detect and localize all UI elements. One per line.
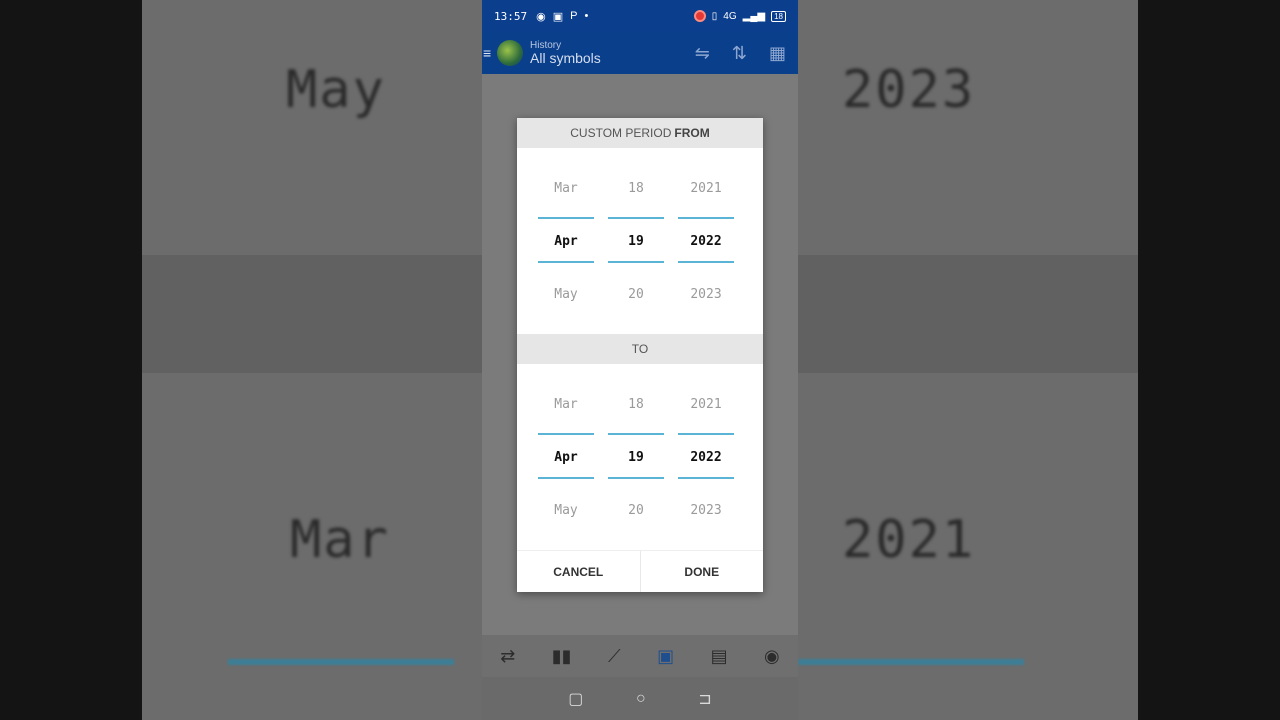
vibrate-icon: ▯ bbox=[711, 10, 718, 22]
to-month-divider-bottom bbox=[538, 477, 594, 479]
to-month-prev[interactable]: Mar bbox=[538, 397, 594, 412]
from-year-next[interactable]: 2023 bbox=[678, 287, 734, 302]
nav-chat-icon[interactable]: ◉ bbox=[764, 646, 780, 667]
from-day-divider-top bbox=[608, 217, 664, 219]
menu-icon[interactable]: ≡ bbox=[482, 45, 494, 61]
to-year-divider-top bbox=[678, 433, 734, 435]
to-month-next[interactable]: May bbox=[538, 503, 594, 518]
app-logo bbox=[497, 40, 523, 66]
nav-trade-icon[interactable]: ⟋ bbox=[608, 646, 621, 667]
to-section-header: TO bbox=[517, 334, 763, 364]
back-icon[interactable]: ⊐ bbox=[698, 689, 711, 709]
screen-record-icon bbox=[693, 10, 706, 22]
to-day-prev[interactable]: 18 bbox=[608, 397, 664, 412]
to-day-divider-bottom bbox=[608, 477, 664, 479]
status-left-icons: ◉ ▣ P • bbox=[536, 10, 588, 23]
from-date-picker: Mar Apr May 18 19 20 2021 2022 2023 bbox=[517, 148, 763, 334]
from-year-current[interactable]: 2022 bbox=[678, 234, 734, 249]
from-day-next[interactable]: 20 bbox=[608, 287, 664, 302]
sort-icon[interactable]: ⇅ bbox=[732, 43, 747, 64]
cancel-button[interactable]: CANCEL bbox=[517, 551, 640, 592]
recent-apps-icon[interactable]: ▢ bbox=[568, 689, 583, 709]
screen: May 2023 Mar 2021 13:57 ◉ ▣ P • ▯ 4G ▂▄▆… bbox=[0, 0, 1280, 720]
background-year-bottom: 2021 bbox=[842, 510, 976, 570]
to-day-next[interactable]: 20 bbox=[608, 503, 664, 518]
custom-period-dialog: CUSTOM PERIOD FROM Mar Apr May 18 19 20 bbox=[517, 118, 763, 592]
to-year-prev[interactable]: 2021 bbox=[678, 397, 734, 412]
from-year-divider-bottom bbox=[678, 261, 734, 263]
system-nav-bar: ▢ ○ ⊐ bbox=[482, 677, 798, 720]
nav-chart-icon[interactable]: ▮▮ bbox=[552, 646, 572, 667]
from-header-label: FROM bbox=[674, 126, 710, 140]
to-day-divider-top bbox=[608, 433, 664, 435]
dot-icon: • bbox=[584, 10, 589, 22]
app-bar-actions: ⇋ ⇅ ▦ bbox=[695, 43, 786, 64]
network-type: 4G bbox=[723, 10, 737, 22]
parking-icon: P bbox=[570, 10, 578, 22]
status-right-icons: ▯ 4G ▂▄▆ 18 bbox=[693, 10, 786, 22]
app-bar-title: All symbols bbox=[530, 49, 601, 66]
background-month-top: May bbox=[286, 60, 386, 120]
background-divider-left bbox=[228, 659, 454, 665]
from-day-current[interactable]: 19 bbox=[608, 234, 664, 249]
battery-icon: 18 bbox=[771, 10, 786, 22]
from-year-divider-top bbox=[678, 217, 734, 219]
from-month-divider-top bbox=[538, 217, 594, 219]
status-time: 13:57 bbox=[494, 9, 528, 23]
to-year-divider-bottom bbox=[678, 477, 734, 479]
from-year-prev[interactable]: 2021 bbox=[678, 181, 734, 196]
to-day-current[interactable]: 19 bbox=[608, 450, 664, 465]
from-month-next[interactable]: May bbox=[538, 287, 594, 302]
to-date-picker: Mar Apr May 18 19 20 2021 2022 2023 bbox=[517, 364, 763, 550]
nav-quotes-icon[interactable]: ⇄ bbox=[500, 646, 515, 667]
currency-swap-icon[interactable]: ⇋ bbox=[695, 43, 710, 64]
app-bar: ≡ History All symbols ⇋ ⇅ ▦ bbox=[482, 32, 798, 74]
from-day-prev[interactable]: 18 bbox=[608, 181, 664, 196]
done-button[interactable]: DONE bbox=[639, 551, 764, 592]
from-header-prefix: CUSTOM PERIOD bbox=[570, 126, 672, 140]
from-section-header: CUSTOM PERIOD FROM bbox=[517, 118, 763, 148]
status-bar: 13:57 ◉ ▣ P • ▯ 4G ▂▄▆ 18 bbox=[482, 0, 798, 32]
to-year-current[interactable]: 2022 bbox=[678, 450, 734, 465]
calendar-icon[interactable]: ▦ bbox=[769, 43, 786, 64]
app-notification-icon: ▣ bbox=[552, 10, 564, 23]
bottom-nav: ⇄ ▮▮ ⟋ ▣ ▤ ◉ bbox=[482, 635, 798, 677]
to-month-divider-top bbox=[538, 433, 594, 435]
nav-history-icon[interactable]: ▣ bbox=[657, 646, 674, 667]
app-bar-titles[interactable]: History All symbols bbox=[530, 40, 601, 66]
dialog-buttons: CANCEL DONE bbox=[517, 550, 763, 592]
record-icon: ◉ bbox=[536, 10, 546, 23]
to-month-current[interactable]: Apr bbox=[538, 450, 594, 465]
background-month-bottom: Mar bbox=[290, 510, 390, 570]
to-header-label: TO bbox=[631, 342, 649, 356]
to-year-next[interactable]: 2023 bbox=[678, 503, 734, 518]
background-divider-right bbox=[798, 659, 1024, 665]
from-day-divider-bottom bbox=[608, 261, 664, 263]
from-month-divider-bottom bbox=[538, 261, 594, 263]
from-month-prev[interactable]: Mar bbox=[538, 181, 594, 196]
background-year-top: 2023 bbox=[842, 60, 976, 120]
nav-news-icon[interactable]: ▤ bbox=[711, 646, 728, 667]
signal-icon: ▂▄▆ bbox=[742, 10, 766, 22]
from-month-current[interactable]: Apr bbox=[538, 234, 594, 249]
home-icon[interactable]: ○ bbox=[636, 690, 646, 708]
